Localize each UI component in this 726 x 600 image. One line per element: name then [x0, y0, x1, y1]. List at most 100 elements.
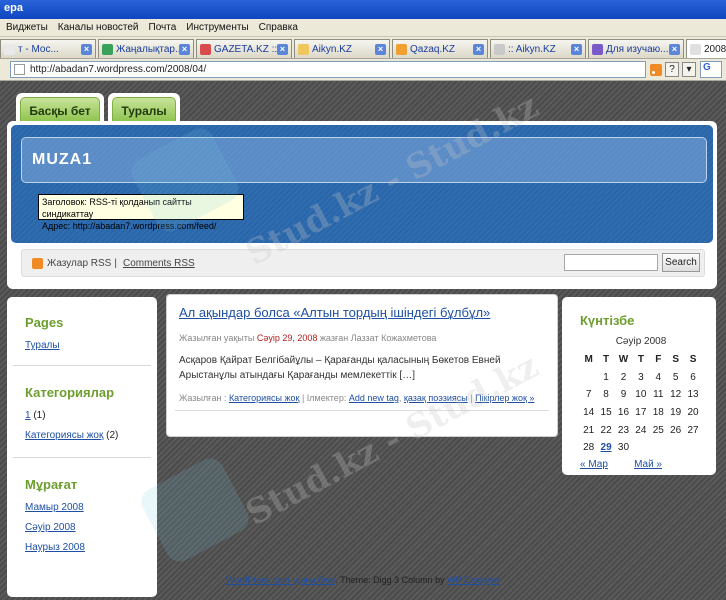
- calendar-day: 13: [687, 389, 699, 401]
- browser-tab-label: 2008 Сәуір « ...: [704, 43, 726, 55]
- calendar-day: 9: [620, 389, 627, 401]
- post-tags-prefix: | Ілмектер:: [301, 393, 347, 403]
- rss-icon[interactable]: [32, 257, 43, 269]
- browser-tab[interactable]: Qazaq.KZ ×: [392, 39, 488, 58]
- page-icon: [14, 64, 25, 75]
- browser-tab[interactable]: GAZETA.KZ ::...×: [196, 39, 292, 58]
- page-link-about[interactable]: Туралы: [25, 340, 151, 351]
- calendar-day: 8: [603, 389, 609, 401]
- browser-tab[interactable]: Aikyn.KZ ×: [294, 39, 390, 58]
- tab-favicon-icon: [494, 43, 505, 55]
- category-link[interactable]: Категориясы жоқ: [25, 430, 103, 441]
- calendar-day: 3: [638, 371, 644, 383]
- menu-help[interactable]: Справка: [259, 22, 298, 33]
- post-meta: Жазылған уақыты Сәуір 29, 2008 жазған Ла…: [179, 333, 436, 343]
- address-bar: http://abadan7.wordpress.com/2008/04/ ? …: [0, 59, 726, 81]
- calendar-day: 25: [652, 424, 664, 436]
- post-tag-link[interactable]: Add new tag: [349, 393, 399, 403]
- window-titlebar: ера: [0, 0, 726, 19]
- search-button[interactable]: Search: [662, 253, 700, 272]
- browser-tab[interactable]: :: Aikyn.KZ ×: [490, 39, 586, 58]
- post-title-link[interactable]: Ал ақындар болса «Алтын тордың ішіндегі …: [179, 305, 490, 320]
- close-icon[interactable]: ×: [473, 43, 484, 55]
- browser-tab-label: Qazaq.KZ: [410, 43, 456, 55]
- browser-tab-label: Для изучаю...: [606, 43, 669, 55]
- comments-rss-link[interactable]: Comments RSS: [123, 258, 195, 269]
- calendar-day: [684, 439, 701, 457]
- post-divider: [175, 410, 549, 411]
- url-field[interactable]: http://abadan7.wordpress.com/2008/04/: [10, 61, 646, 78]
- calendar-weekday: M: [584, 354, 593, 366]
- nav-tab-about-label: Туралы: [121, 103, 167, 118]
- close-icon[interactable]: ×: [81, 43, 92, 55]
- categories-widget: Категориялар 1 (1) Категориясы жоқ (2): [13, 373, 151, 453]
- close-icon[interactable]: ×: [669, 43, 680, 55]
- footer-wordpress-link[interactable]: WordPress.com -дағы блог: [226, 575, 335, 585]
- menu-tools[interactable]: Инструменты: [186, 22, 248, 33]
- close-icon[interactable]: ×: [277, 43, 288, 55]
- calendar-day: 17: [635, 407, 647, 419]
- menu-feeds[interactable]: Каналы новостей: [58, 22, 139, 33]
- pages-widget: Pages Туралы: [13, 303, 151, 361]
- post-date: Сәуір 29, 2008: [256, 333, 318, 343]
- feed-icon[interactable]: [650, 63, 662, 76]
- calendar-day-link[interactable]: 29: [597, 439, 614, 457]
- calendar-day: [580, 369, 597, 387]
- browser-tab[interactable]: Для изучаю... ×: [588, 39, 684, 58]
- calendar-day: 12: [670, 389, 682, 401]
- calendar-widget: Күнтізбе Сәуір 2008 M T W T F S S 1 2 3 4 5 6 7 8 9 10 11…: [568, 301, 710, 471]
- tab-favicon-icon: [102, 43, 113, 55]
- archive-link-april[interactable]: Сәуір 2008: [25, 522, 151, 533]
- archive-link-may[interactable]: Мамыр 2008: [25, 502, 151, 513]
- calendar-next-link[interactable]: Май »: [634, 459, 662, 470]
- calendar-day: 27: [687, 424, 699, 436]
- post-category-link[interactable]: Категориясы жоқ: [229, 393, 300, 403]
- calendar-weekday: S: [672, 354, 679, 366]
- calendar-day: 10: [635, 389, 647, 401]
- calendar-day: 1: [603, 371, 609, 383]
- tab-favicon-icon: [592, 43, 603, 55]
- archive-heading: Мұрағат: [25, 477, 78, 492]
- calendar-day: 24: [635, 424, 647, 436]
- calendar-day: 16: [617, 407, 630, 419]
- google-search-field[interactable]: G: [700, 61, 722, 78]
- window-title: ера: [4, 2, 23, 14]
- search-input[interactable]: [564, 254, 658, 271]
- footer-designer-link[interactable]: WP Designer: [447, 575, 500, 585]
- browser-tab[interactable]: Жаңалықтар... ×: [98, 39, 194, 58]
- close-icon[interactable]: ×: [179, 43, 190, 55]
- archive-link-march[interactable]: Наурыз 2008: [25, 542, 151, 553]
- browser-tab-label: :: Aikyn.KZ: [508, 43, 556, 55]
- title-box: MUZA1: [21, 137, 707, 183]
- calendar-weekday: T: [637, 354, 644, 366]
- site-title[interactable]: MUZA1: [32, 151, 92, 169]
- menu-widgets[interactable]: Виджеты: [6, 22, 48, 33]
- calendar-day: 28: [583, 442, 595, 454]
- pages-heading: Pages: [25, 315, 64, 330]
- post-author: жазған Лаззат Кожахметова: [319, 333, 437, 343]
- tooltip-address: Адрес: http://abadan7.wordpress.com/feed…: [42, 221, 217, 231]
- browser-tab[interactable]: т - Мос... ×: [0, 39, 96, 58]
- calendar-day: [632, 439, 649, 457]
- tab-favicon-icon: [690, 43, 701, 55]
- posts-rss-link[interactable]: Жазулар RSS: [47, 258, 111, 269]
- site-footer: WordPress.com -дағы блог. Theme: Digg 3 …: [0, 575, 726, 585]
- chevron-down-icon[interactable]: ▾: [682, 62, 696, 77]
- calendar-prev-link[interactable]: « Мар: [580, 459, 608, 470]
- close-icon[interactable]: ×: [375, 43, 386, 55]
- menu-bar: Виджеты Каналы новостей Почта Инструмент…: [0, 19, 726, 37]
- calendar-day: 21: [583, 424, 595, 436]
- rss-separator: |: [114, 257, 117, 269]
- browser-tab[interactable]: 2008 Сәуір « ...×: [686, 39, 726, 58]
- calendar-day: 14: [583, 407, 595, 419]
- category-link[interactable]: 1: [25, 410, 31, 421]
- calendar-day: 22: [600, 424, 612, 436]
- close-icon[interactable]: ×: [571, 43, 582, 55]
- menu-mail[interactable]: Почта: [149, 22, 177, 33]
- calendar-day: 5: [672, 371, 679, 383]
- post-tag-link[interactable]: қазақ поэзиясы: [404, 393, 468, 403]
- widget-divider: [13, 457, 151, 458]
- calendar-day: 26: [670, 424, 682, 436]
- help-icon[interactable]: ?: [665, 62, 679, 77]
- post-comments-link[interactable]: Пікірлер жоқ »: [475, 393, 534, 403]
